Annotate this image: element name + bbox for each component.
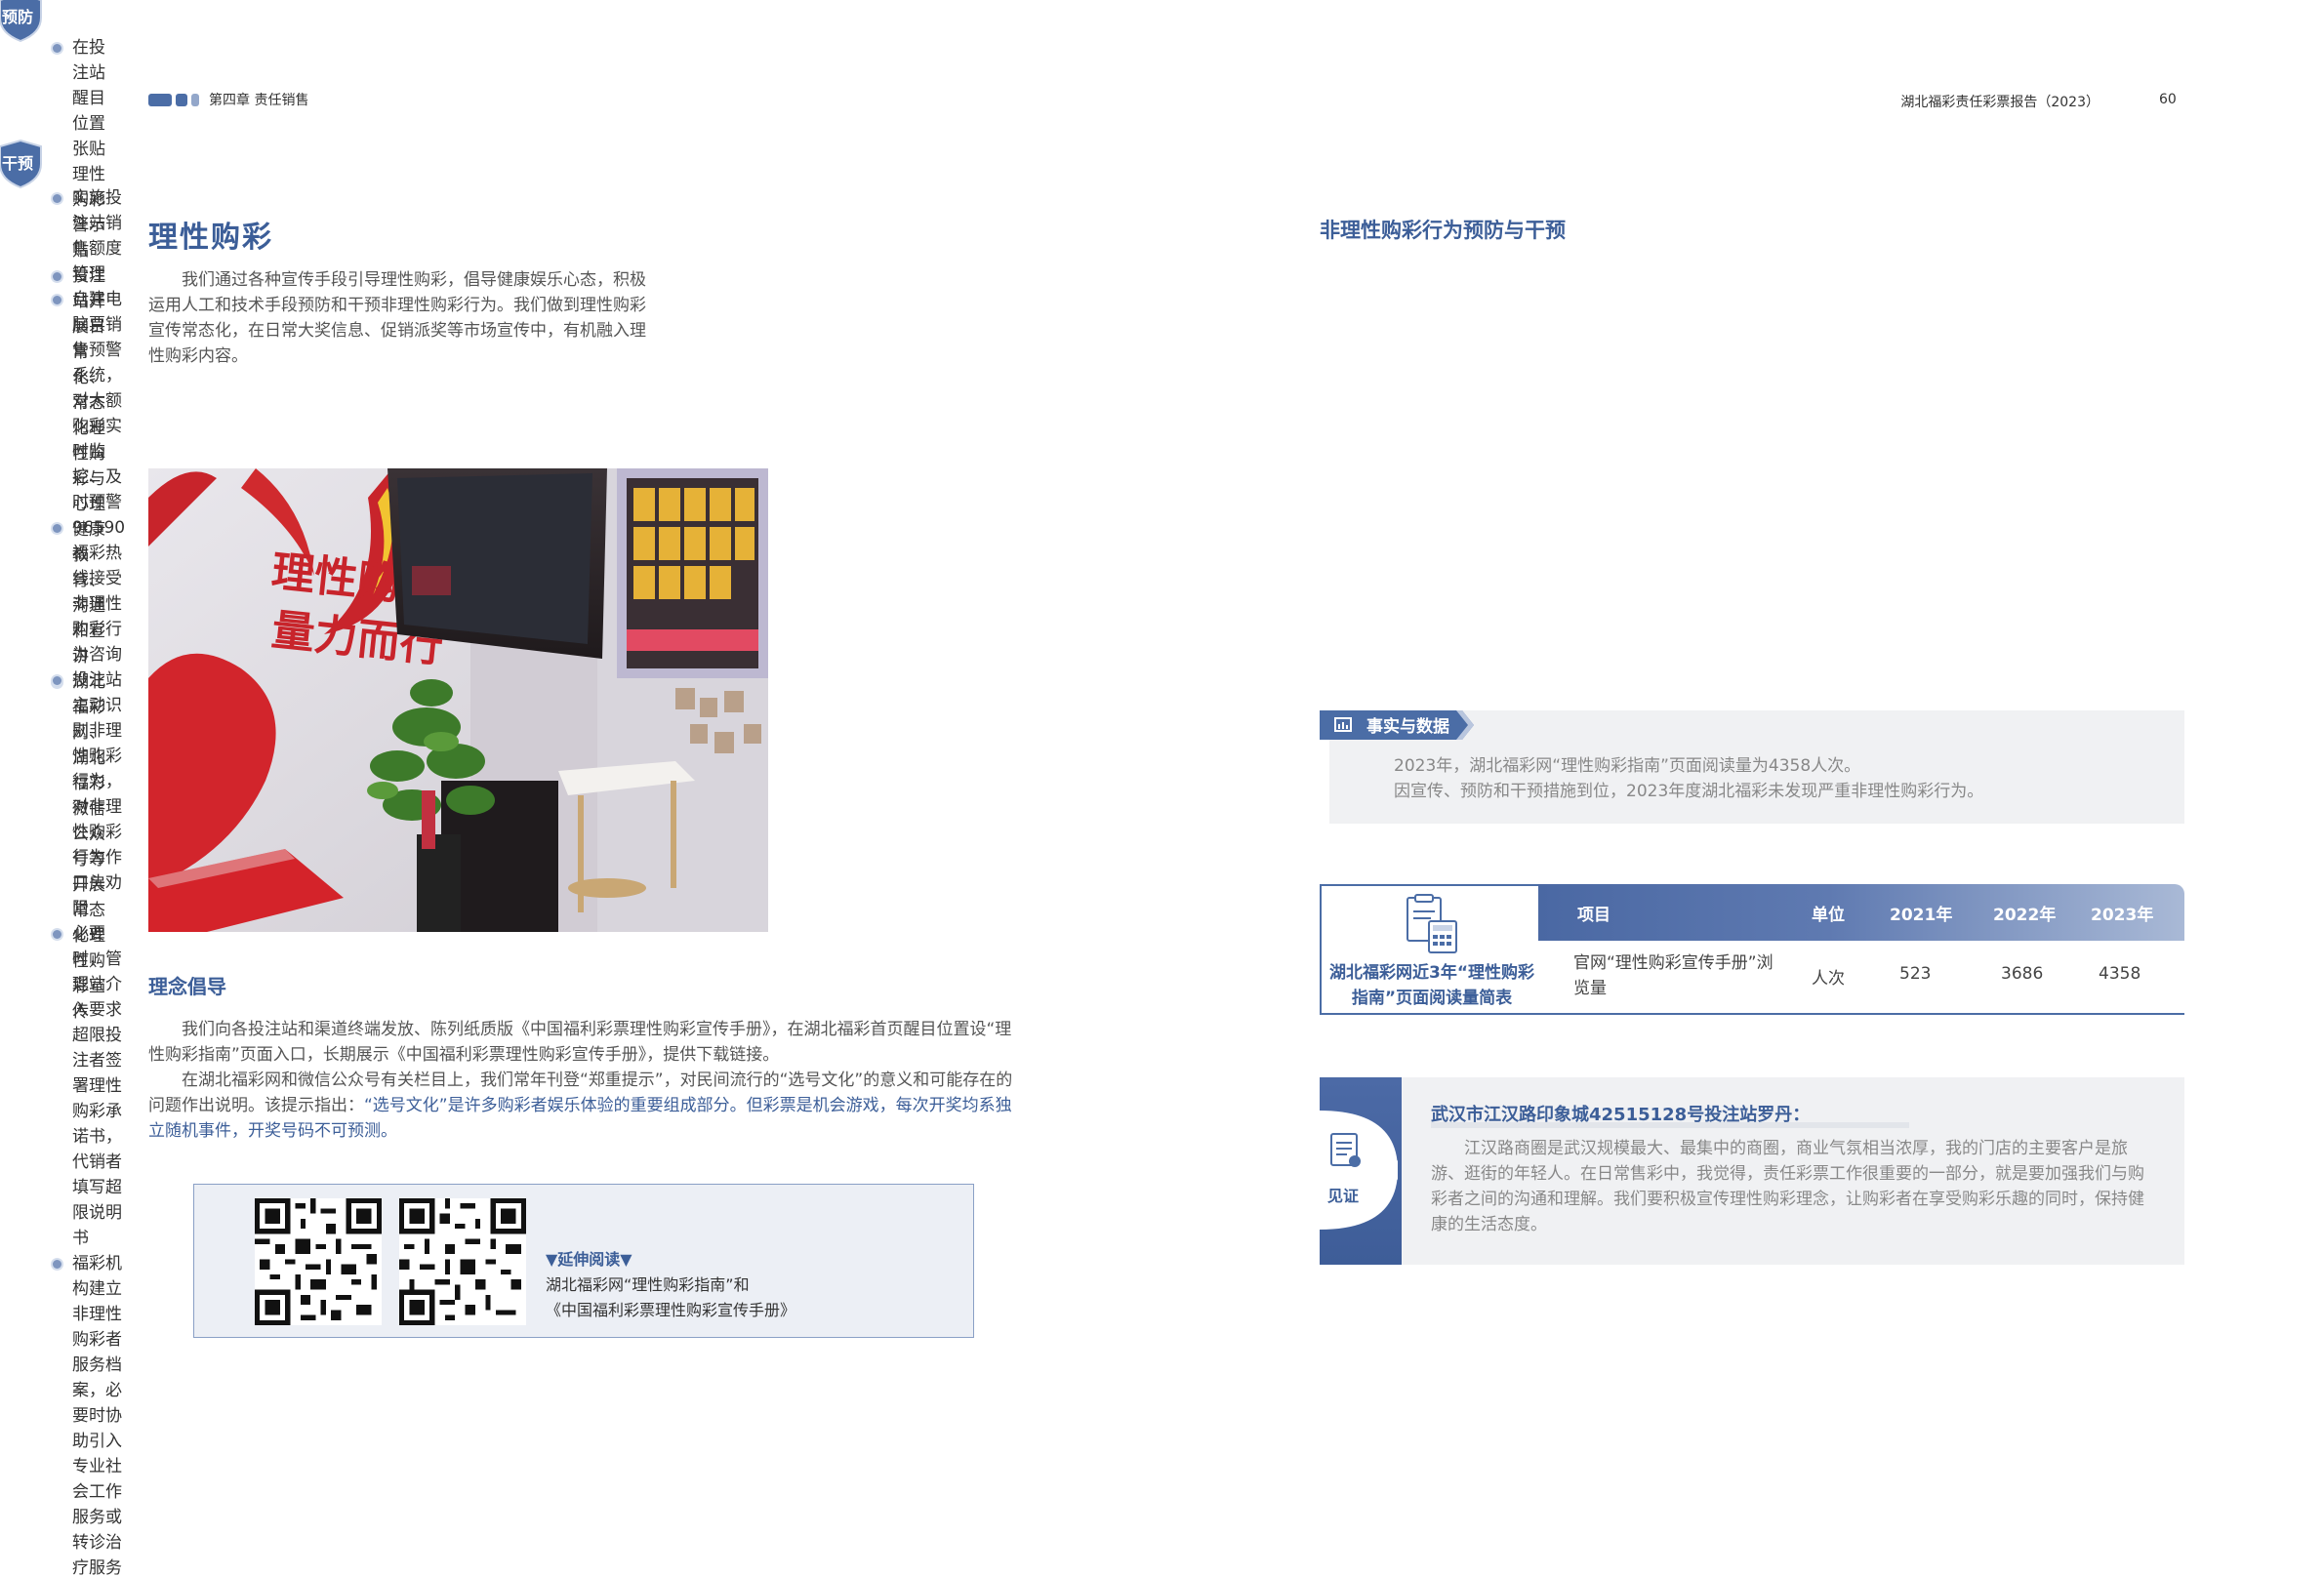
store-photo-illustration: 理性购彩 量力而行 bbox=[148, 468, 768, 932]
philosophy-paragraph-1: 我们向各投注站和渠道终端发放、陈列纸质版《中国福利彩票理性购彩宣传手册》，在湖北… bbox=[148, 1020, 1012, 1065]
cell-item: 官网“理性购彩宣传手册”浏览量 bbox=[1573, 953, 1774, 998]
table-caption-panel: 湖北福彩网近3年“理性购彩指南”页面阅读量简表 bbox=[1320, 884, 1538, 1015]
intro-paragraph: 我们通过各种宣传手段引导理性购彩，倡导健康娱乐心态，积极运用人工和技术手段预防和… bbox=[148, 270, 646, 366]
facts-line-1: 2023年，湖北福彩网“理性购彩指南”页面阅读量为4358人次。 bbox=[1394, 756, 1861, 776]
page-number: 60 bbox=[2159, 92, 2177, 107]
extended-reading-link-2[interactable]: 《中国福利彩票理性购彩宣传手册》 bbox=[546, 1298, 795, 1323]
qr-code-guide-icon[interactable] bbox=[255, 1198, 382, 1325]
facts-content: 2023年，湖北福彩网“理性购彩指南”页面阅读量为4358人次。 因宣传、预防和… bbox=[1394, 753, 1983, 804]
intervention-item: 实施投注站销售额度管理 bbox=[51, 185, 125, 287]
extended-reading-text: ▼延伸阅读▼ 湖北福彩网“理性购彩指南”和 《中国福利彩票理性购彩宣传手册》 bbox=[546, 1247, 795, 1323]
column-header-2021: 2021年 bbox=[1890, 906, 1953, 925]
table-title: 湖北福彩网近3年“理性购彩指南”页面阅读量简表 bbox=[1329, 963, 1535, 1008]
store-photo: 理性购彩 量力而行 bbox=[148, 468, 768, 932]
page-title: 理性购彩 bbox=[148, 221, 273, 255]
intervention-item: 投注站主动识别非理性购彩行为，对非理性购彩行为作口头劝阻 bbox=[51, 667, 125, 921]
intervention-item: 96590福彩热线接受非理性购彩行为咨询 bbox=[51, 515, 125, 667]
witness-document-icon bbox=[1330, 1133, 1361, 1167]
intervention-label: 干预 bbox=[1, 154, 33, 173]
extended-reading-box: ▼延伸阅读▼ 湖北福彩网“理性购彩指南”和 《中国福利彩票理性购彩宣传手册》 bbox=[193, 1184, 974, 1338]
intervention-item: 必要时，管理站介入要求超限投注者签署理性购彩承诺书，代销者填写超限说明书 bbox=[51, 921, 125, 1251]
extended-reading-link-1[interactable]: 湖北福彩网“理性购彩指南”和 bbox=[546, 1273, 795, 1298]
cell-2022: 3686 bbox=[2001, 964, 2044, 984]
facts-line-2: 因宣传、预防和干预措施到位，2023年度湖北福彩未发现严重非理性购彩行为。 bbox=[1394, 782, 1984, 801]
philosophy-paragraph-2: 在湖北福彩网和微信公众号有关栏目上，我们常年刊登“郑重提示”，对民间流行的“选号… bbox=[148, 1068, 1022, 1144]
facts-tag-label: 事实与数据 bbox=[1366, 717, 1449, 737]
column-header-2022: 2022年 bbox=[1993, 906, 2057, 925]
document-calculator-icon bbox=[1407, 894, 1457, 953]
prevention-section-title: 非理性购彩行为预防与干预 bbox=[1320, 219, 1566, 242]
intervention-item: 福彩机构建立非理性购彩者服务档案，必要时协助引入专业社会工作服务或转诊治疗服务 bbox=[51, 1251, 125, 1576]
intervention-shield-icon: 干预 bbox=[0, 139, 45, 189]
witness-badge bbox=[1320, 1111, 1398, 1230]
witness-name: 武汉市江汉路印象城42515128号投注站罗丹： bbox=[1431, 1105, 1811, 1125]
column-header-2023: 2023年 bbox=[2091, 906, 2154, 925]
intervention-list: 实施投注站销售额度管理 自建电脑票销售预警系统，对大额购彩实时监控、及时预警 9… bbox=[51, 185, 125, 1576]
cell-2021: 523 bbox=[1899, 964, 1932, 984]
readership-table: 湖北福彩网近3年“理性购彩指南”页面阅读量简表 项目 单位 2021年 2022… bbox=[1320, 884, 2184, 1015]
intervention-item: 自建电脑票销售预警系统，对大额购彩实时监控、及时预警 bbox=[51, 287, 125, 515]
witness-quote: 江汉路商圈是武汉规模最大、最集中的商圈，商业气氛相当浓厚，我的门店的主要客户是旅… bbox=[1431, 1139, 2144, 1234]
witness-label: 见证 bbox=[1327, 1187, 1360, 1205]
prevention-shield-icon: 预防 bbox=[0, 0, 45, 43]
report-title: 湖北福彩责任彩票报告（2023） bbox=[1900, 95, 2100, 110]
prevention-label: 预防 bbox=[1, 8, 33, 26]
extended-reading-lead: ▼延伸阅读▼ bbox=[546, 1250, 632, 1269]
column-header-unit: 单位 bbox=[1812, 906, 1845, 925]
column-header-item: 项目 bbox=[1577, 906, 1610, 925]
table-header-row: 项目 单位 2021年 2022年 2023年 bbox=[1538, 884, 2184, 941]
table-row: 官网“理性购彩宣传手册”浏览量 人次 523 3686 4358 bbox=[1538, 941, 2184, 1015]
chapter-label: 第四章 责任销售 bbox=[209, 93, 309, 108]
qr-code-handbook-icon[interactable] bbox=[399, 1198, 526, 1325]
cell-2023: 4358 bbox=[2099, 964, 2141, 984]
cell-unit: 人次 bbox=[1812, 969, 1845, 989]
section-title-philosophy: 理念倡导 bbox=[148, 975, 226, 998]
chapter-marker-icon bbox=[148, 94, 201, 106]
